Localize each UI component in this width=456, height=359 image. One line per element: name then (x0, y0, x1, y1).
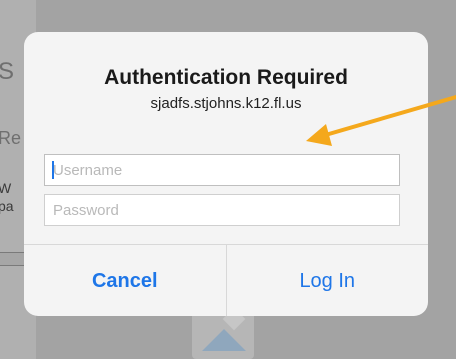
dialog-host: sjadfs.stjohns.k12.fl.us (150, 95, 302, 112)
background-text-2: Re (0, 128, 22, 148)
background-text-1: S (0, 58, 15, 85)
username-input[interactable] (44, 154, 400, 186)
cancel-button[interactable]: Cancel (24, 245, 227, 316)
background-text-4: pa (0, 198, 14, 214)
login-button[interactable]: Log In (227, 245, 429, 316)
authentication-dialog: Authentication Required sjadfs.stjohns.k… (24, 32, 428, 316)
password-input[interactable] (44, 194, 400, 226)
dialog-title: Authentication Required (104, 66, 348, 89)
background-text-3: W (0, 180, 12, 196)
dialog-buttons: Cancel Log In (24, 244, 428, 316)
text-cursor (52, 161, 54, 179)
